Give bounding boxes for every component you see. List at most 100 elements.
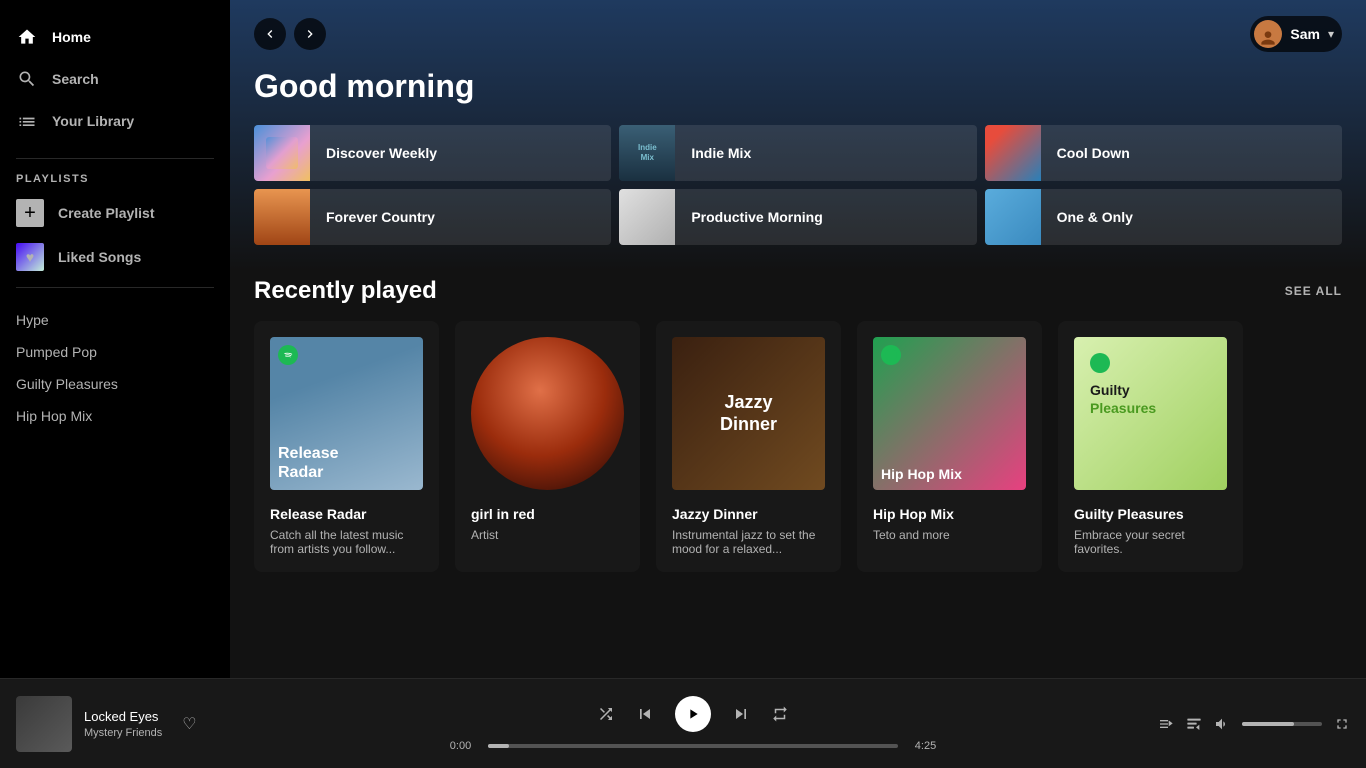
progress-bar[interactable] (488, 744, 898, 748)
play-pause-button[interactable] (675, 696, 711, 732)
spotify-badge (278, 345, 298, 365)
quick-item-forever-country[interactable]: Forever Country (254, 189, 611, 245)
jazzy-dinner-title: Jazzy Dinner (672, 506, 825, 522)
quick-item-one-only-label: One & Only (1041, 209, 1149, 225)
forward-button[interactable] (294, 18, 326, 50)
discover-weekly-thumb (254, 125, 310, 181)
volume-bar-fill (1242, 722, 1294, 726)
lyrics-button[interactable] (1158, 716, 1174, 732)
sidebar-nav: Home Search Your Library (0, 8, 230, 150)
recently-played-title: Recently played (254, 277, 437, 305)
quick-item-productive-morning-label: Productive Morning (675, 209, 838, 225)
home-icon (16, 26, 38, 48)
fullscreen-button[interactable] (1334, 716, 1350, 732)
player-controls (597, 696, 789, 732)
hip-hop-mix-title: Hip Hop Mix (873, 506, 1026, 522)
liked-songs-item[interactable]: ♥ Liked Songs (0, 235, 230, 279)
user-name: Sam (1290, 26, 1320, 42)
guilty-pleasures-subtitle: Embrace your secret favorites. (1074, 528, 1227, 556)
volume-bar[interactable] (1242, 722, 1322, 726)
current-time: 0:00 (443, 740, 478, 752)
spotify-badge-hhm (881, 345, 901, 365)
greeting-title: Good morning (254, 68, 1342, 105)
queue-button[interactable] (1186, 716, 1202, 732)
player-track-name: Locked Eyes (84, 709, 162, 724)
hip-hop-mix-img: Hip Hop Mix (873, 337, 1026, 490)
content-area: Good morning (230, 68, 1366, 596)
girl-in-red-img (471, 337, 624, 490)
sidebar-item-library[interactable]: Your Library (0, 100, 230, 142)
liked-songs-icon: ♥ (16, 243, 44, 271)
playlists-section-title: PLAYLISTS (0, 167, 230, 191)
sidebar: Home Search Your Library PL (0, 0, 230, 678)
sidebar-item-search[interactable]: Search (0, 58, 230, 100)
user-menu[interactable]: Sam ▾ (1250, 16, 1342, 52)
quick-item-discover-weekly[interactable]: Discover Weekly (254, 125, 611, 181)
nav-buttons (254, 18, 326, 50)
quick-item-discover-weekly-label: Discover Weekly (310, 145, 453, 161)
spotify-badge-gp (1090, 353, 1110, 373)
create-playlist-item[interactable]: + Create Playlist (0, 191, 230, 235)
progress-row: 0:00 4:25 (443, 740, 943, 752)
player-artist-name: Mystery Friends (84, 727, 162, 739)
cool-down-thumb (985, 125, 1041, 181)
library-icon (16, 110, 38, 132)
card-guilty-pleasures[interactable]: GuiltyPleasures Guilty Pleasures Embrace… (1058, 321, 1243, 572)
jazzy-dinner-img: JazzyDinner (672, 337, 825, 490)
one-only-thumb (985, 189, 1041, 245)
quick-item-forever-country-label: Forever Country (310, 209, 451, 225)
sidebar-item-home[interactable]: Home (0, 16, 230, 58)
quick-item-cool-down-label: Cool Down (1041, 145, 1146, 161)
indie-mix-thumb: IndieMix (619, 125, 675, 181)
quick-item-indie-mix[interactable]: IndieMix Indie Mix (619, 125, 976, 181)
shuffle-button[interactable] (597, 705, 615, 723)
quick-item-productive-morning[interactable]: Productive Morning (619, 189, 976, 245)
productive-morning-thumb (619, 189, 675, 245)
quick-item-cool-down[interactable]: Cool Down (985, 125, 1342, 181)
girl-in-red-title: girl in red (471, 506, 624, 522)
repeat-button[interactable] (771, 705, 789, 723)
quick-play-grid: Discover Weekly IndieMix Indie Mix Cool … (254, 125, 1342, 245)
sidebar-divider-1 (16, 158, 214, 159)
back-button[interactable] (254, 18, 286, 50)
main-content: Sam ▾ Good morning (230, 0, 1366, 678)
player-left: Locked Eyes Mystery Friends ♡ (16, 696, 316, 752)
girl-in-red-subtitle: Artist (471, 528, 624, 542)
progress-bar-fill (488, 744, 509, 748)
sidebar-item-hype[interactable]: Hype (8, 304, 222, 336)
quick-item-one-only[interactable]: One & Only (985, 189, 1342, 245)
see-all-button[interactable]: SEE ALL (1285, 284, 1342, 298)
next-button[interactable] (731, 704, 751, 724)
sidebar-item-pumped-pop[interactable]: Pumped Pop (8, 336, 222, 368)
sidebar-item-hip-hop-mix[interactable]: Hip Hop Mix (8, 400, 222, 432)
volume-button[interactable] (1214, 716, 1230, 732)
cards-row: ReleaseRadar Release Radar Catch all the… (254, 321, 1342, 572)
card-girl-in-red[interactable]: girl in red Artist (455, 321, 640, 572)
sidebar-item-guilty-pleasures[interactable]: Guilty Pleasures (8, 368, 222, 400)
topbar: Sam ▾ (230, 0, 1366, 68)
previous-button[interactable] (635, 704, 655, 724)
player-bar: Locked Eyes Mystery Friends ♡ (0, 678, 1366, 768)
heart-button[interactable]: ♡ (182, 714, 196, 734)
player-track-info: Locked Eyes Mystery Friends (84, 709, 162, 739)
total-time: 4:25 (908, 740, 943, 752)
search-icon (16, 68, 38, 90)
player-center: 0:00 4:25 (316, 696, 1070, 752)
hip-hop-mix-subtitle: Teto and more (873, 528, 1026, 542)
jazzy-dinner-subtitle: Instrumental jazz to set the mood for a … (672, 528, 825, 556)
card-hip-hop-mix[interactable]: Hip Hop Mix Hip Hop Mix Teto and more (857, 321, 1042, 572)
release-radar-subtitle: Catch all the latest music from artists … (270, 528, 423, 556)
release-radar-img: ReleaseRadar (270, 337, 423, 490)
sidebar-divider-2 (16, 287, 214, 288)
card-release-radar[interactable]: ReleaseRadar Release Radar Catch all the… (254, 321, 439, 572)
guilty-pleasures-title: Guilty Pleasures (1074, 506, 1227, 522)
release-radar-title: Release Radar (270, 506, 423, 522)
card-jazzy-dinner[interactable]: JazzyDinner Jazzy Dinner Instrumental ja… (656, 321, 841, 572)
player-right (1070, 716, 1350, 732)
avatar (1254, 20, 1282, 48)
forever-country-thumb (254, 189, 310, 245)
chevron-down-icon: ▾ (1328, 27, 1334, 41)
player-thumb (16, 696, 72, 752)
playlist-list: Hype Pumped Pop Guilty Pleasures Hip Hop… (0, 304, 230, 432)
recently-played-header: Recently played SEE ALL (254, 277, 1342, 305)
